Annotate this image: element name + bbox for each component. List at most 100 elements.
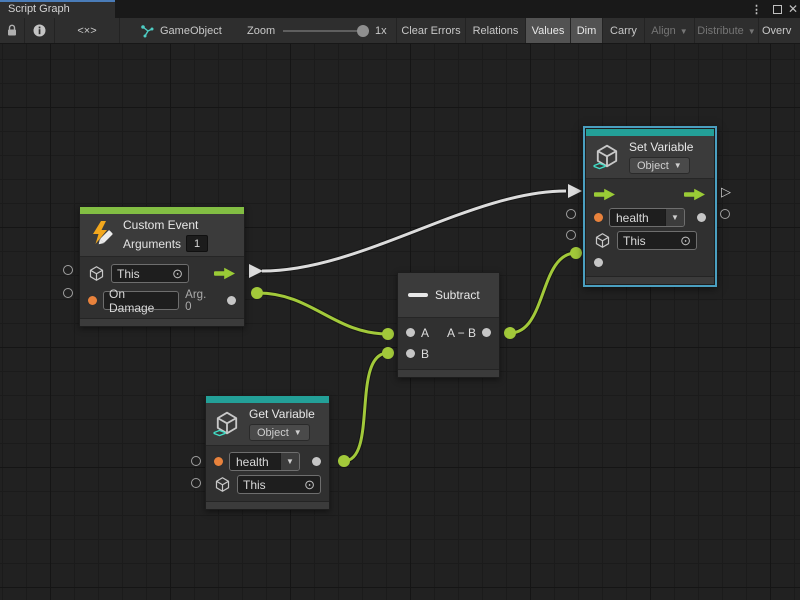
target-picker-icon[interactable]: ⊙: [172, 267, 183, 280]
flow-in-port[interactable]: [594, 188, 616, 201]
variable-name-port[interactable]: [594, 213, 603, 222]
align-dropdown[interactable]: Align ▼: [645, 18, 695, 43]
value-input-port[interactable]: [594, 258, 603, 267]
graph-target-button[interactable]: GameObject: [140, 18, 222, 43]
target-field[interactable]: This ⊙: [111, 264, 189, 283]
custom-event-icon: [88, 220, 116, 250]
node-subtract[interactable]: Subtract A A − B B: [397, 272, 500, 378]
node-footer: [80, 318, 244, 326]
carry-toggle[interactable]: Carry: [603, 18, 645, 43]
value-wire-subtract-to-setvariable: [510, 253, 576, 333]
node-header: Custom Event Arguments 1: [80, 214, 244, 256]
maximize-icon[interactable]: [773, 0, 782, 18]
distribute-dropdown[interactable]: Distribute ▼: [695, 18, 759, 43]
unconnected-port-ring[interactable]: [63, 288, 73, 298]
variable-name-port[interactable]: [214, 457, 223, 466]
variable-kind-dropdown[interactable]: Object ▼: [629, 157, 690, 174]
node-header: Subtract: [398, 273, 499, 317]
arg0-label: Arg. 0: [185, 289, 215, 313]
value-output-port[interactable]: [697, 213, 706, 222]
node-title: Custom Event: [123, 218, 208, 232]
target-picker-icon[interactable]: ⊙: [304, 478, 315, 491]
values-toggle[interactable]: Values: [526, 18, 571, 43]
edit-script-button[interactable]: <×>: [55, 18, 120, 43]
unconnected-port-ring[interactable]: [720, 209, 730, 219]
window-menu-icon[interactable]: ⋮: [751, 0, 762, 18]
unconnected-port-ring[interactable]: [566, 209, 576, 219]
variable-kind-dropdown[interactable]: Object ▼: [249, 424, 310, 441]
unconnected-port-ring[interactable]: [191, 478, 201, 488]
tab-script-graph[interactable]: Script Graph: [0, 0, 115, 18]
chevron-down-icon: ▼: [680, 27, 688, 36]
info-button[interactable]: [25, 18, 55, 43]
variable-kind-value: Object: [637, 160, 669, 172]
zoom-label: Zoom: [247, 18, 275, 43]
zoom-slider-handle[interactable]: [357, 25, 369, 37]
input-b-port[interactable]: [406, 349, 415, 358]
unconnected-port-ring[interactable]: [191, 456, 201, 466]
event-port[interactable]: [88, 296, 97, 305]
variable-name-dropdown[interactable]: health ▼: [609, 208, 685, 227]
values-label: Values: [532, 25, 565, 37]
node-set-variable[interactable]: <> Set Variable Object ▼: [585, 128, 715, 285]
flow-out-port[interactable]: [684, 188, 706, 201]
variable-kind-value: Object: [257, 427, 289, 439]
unconnected-port-ring[interactable]: [63, 265, 73, 275]
lock-button[interactable]: [0, 18, 25, 43]
graph-toolbar: <×> GameObject Zoom 1x Clear Errors Rela…: [0, 18, 800, 44]
graph-canvas[interactable]: Custom Event Arguments 1 This ⊙: [0, 44, 800, 600]
lock-icon: [6, 24, 18, 37]
node-set-variable-selection: <> Set Variable Object ▼: [583, 126, 717, 287]
variable-name-dropdown[interactable]: health ▼: [229, 452, 300, 471]
window-tab-bar: Script Graph ⋮ ✕: [0, 0, 800, 18]
zoom-slider[interactable]: [283, 30, 369, 32]
input-b-label: B: [421, 347, 429, 361]
port-row-value-input: [594, 254, 706, 270]
flow-out-hollow-triangle[interactable]: ▷: [721, 185, 731, 198]
node-title: Set Variable: [629, 140, 693, 154]
target-field-value: This: [243, 478, 266, 492]
dim-toggle[interactable]: Dim: [571, 18, 603, 43]
variable-icon: <>: [594, 143, 622, 171]
arguments-count-input[interactable]: 1: [186, 235, 208, 252]
chevron-down-icon[interactable]: ▼: [665, 209, 684, 226]
value-output-port[interactable]: [312, 457, 321, 466]
node-get-variable[interactable]: <> Get Variable Object ▼ health ▼: [205, 395, 330, 510]
target-field-value: This: [117, 267, 140, 281]
output-port[interactable]: [482, 328, 491, 337]
flow-port-in-triangle: [568, 184, 582, 198]
target-field[interactable]: This ⊙: [617, 231, 697, 250]
node-custom-event[interactable]: Custom Event Arguments 1 This ⊙: [79, 206, 245, 327]
close-icon[interactable]: ✕: [788, 0, 798, 18]
flow-out-port[interactable]: [214, 267, 236, 280]
overview-label: Overv: [762, 25, 791, 37]
node-footer: [586, 276, 714, 284]
chevron-down-icon[interactable]: ▼: [280, 453, 299, 470]
node-header: <> Set Variable Object ▼: [586, 136, 714, 178]
target-field[interactable]: This ⊙: [237, 475, 321, 494]
value-wire-getvariable-to-subtract-b: [344, 353, 388, 461]
subtract-icon: [408, 293, 428, 297]
gameobject-cube-icon: [594, 232, 611, 249]
target-picker-icon[interactable]: ⊙: [680, 234, 691, 247]
flow-wire-customevent-to-setvariable: [262, 191, 566, 271]
graph-target-label: GameObject: [160, 25, 222, 37]
overview-button[interactable]: Overv: [759, 18, 800, 43]
port-row-event: On Damage Arg. 0: [88, 289, 236, 312]
port-row-flow: [594, 184, 706, 204]
arguments-label: Arguments: [123, 237, 181, 251]
arg0-output-port[interactable]: [227, 296, 236, 305]
event-name-value: On Damage: [109, 287, 173, 315]
output-label: A − B: [447, 326, 476, 340]
unconnected-port-ring[interactable]: [566, 230, 576, 240]
input-a-port[interactable]: [406, 328, 415, 337]
flow-port-out-triangle: [249, 264, 263, 278]
variable-name-value: health: [230, 453, 280, 470]
tab-title: Script Graph: [8, 3, 70, 15]
clear-errors-button[interactable]: Clear Errors: [396, 18, 466, 43]
event-name-field[interactable]: On Damage: [103, 291, 179, 310]
port-row-target: This ⊙: [214, 474, 321, 495]
relations-button[interactable]: Relations: [466, 18, 526, 43]
info-icon: [33, 24, 46, 37]
chevron-down-icon: ▼: [294, 428, 302, 437]
